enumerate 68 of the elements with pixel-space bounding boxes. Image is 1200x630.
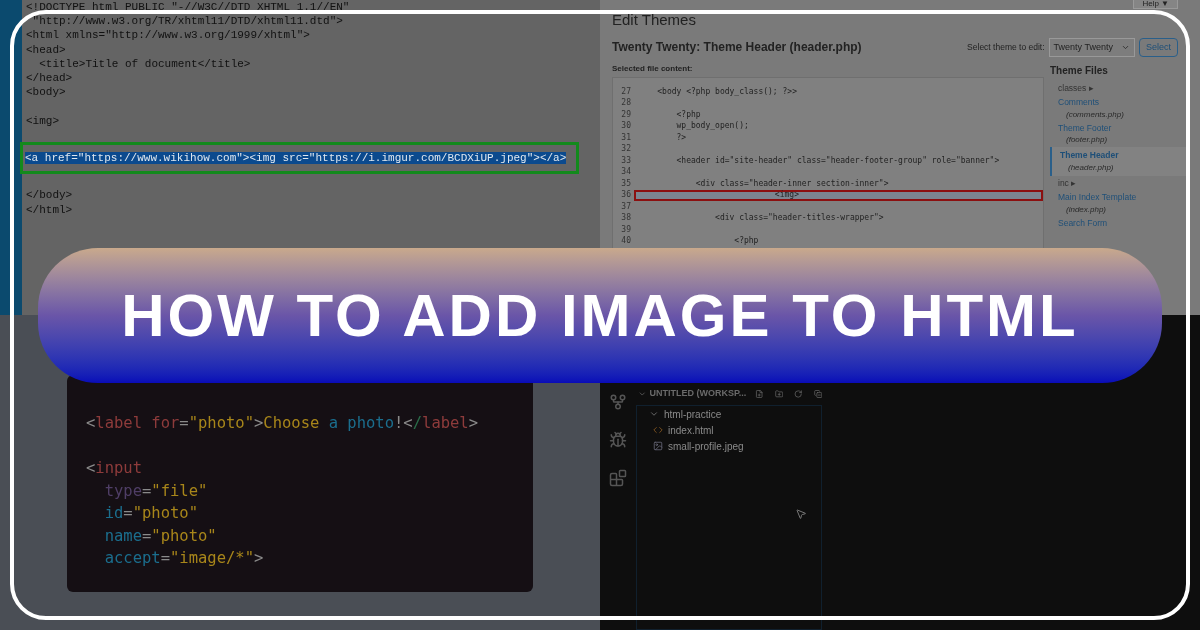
code-line: <?php: [733, 235, 759, 248]
code-line: <html xmlns="http://www.w3.org/1999/xhtml">: [26, 29, 310, 42]
file-item[interactable]: Search Form: [1050, 216, 1190, 230]
chevron-icon[interactable]: [649, 409, 659, 419]
select-button[interactable]: Select: [1139, 37, 1178, 57]
code-line: </body>: [26, 189, 73, 202]
line-number: 38: [620, 212, 632, 225]
line-number: 37: [620, 200, 632, 213]
code-line: ?>: [675, 131, 687, 144]
line-number: 27: [620, 85, 632, 98]
page-heading: Edit Themes: [612, 10, 696, 30]
select-label: Select theme to edit:: [967, 40, 1045, 54]
refresh-icon[interactable]: [794, 389, 803, 399]
source-control-icon[interactable]: [609, 393, 627, 411]
code-line: wp_body_open();: [675, 120, 749, 133]
extensions-icon[interactable]: [609, 469, 627, 487]
file-item[interactable]: Main Index Template (index.php): [1050, 190, 1190, 216]
line-number: 28: [620, 97, 632, 110]
file-item[interactable]: Theme Footer (footer.php): [1050, 121, 1190, 147]
help-button[interactable]: Help ▼: [1133, 0, 1178, 9]
line-number: 35: [620, 177, 632, 190]
file-item[interactable]: Comments (comments.php): [1050, 95, 1190, 121]
code-line: <?php: [675, 108, 701, 121]
code-line: "http://www.w3.org/TR/xhtml11/DTD/xhtml11.dtd">: [31, 15, 343, 28]
code-line: <input: [86, 458, 142, 479]
line-number: 39: [620, 223, 632, 236]
new-file-icon[interactable]: [755, 389, 764, 399]
line-number: 31: [620, 131, 632, 144]
theme-select[interactable]: Twenty Twenty: [1048, 37, 1135, 57]
code-line: <title>Title of document</title>: [38, 57, 251, 70]
code-line: <header id="site-header" class="header-footer-group" role="banner">: [675, 154, 1000, 167]
code-line: <div class="header-titles-wrapper">: [714, 212, 884, 225]
code-line: <head>: [26, 43, 66, 56]
line-number: 30: [620, 120, 632, 133]
line-number: 33: [620, 154, 632, 167]
code-icon: [653, 425, 663, 435]
explorer-header: UNTITLED (WORKSP...: [649, 387, 747, 401]
line-number: 36: [620, 189, 632, 202]
image-icon: [653, 441, 663, 451]
code-line: <label for="photo">Choose a photo!</label>: [86, 413, 479, 434]
content-label: Selected file content:: [612, 63, 693, 75]
code-line: <body>: [26, 86, 66, 99]
banner-title: HOW TO ADD IMAGE TO HTML: [121, 280, 1079, 351]
line-number: 29: [620, 108, 632, 121]
code-line: </html>: [26, 203, 73, 216]
code-line: accept="image/*">: [103, 548, 264, 569]
explorer-item[interactable]: index.html: [668, 422, 714, 438]
code-line: </head>: [26, 72, 73, 84]
line-number: 40: [620, 235, 632, 248]
code-line: type="file": [103, 480, 208, 502]
code-line: <body <?php body_class(); ?>>: [656, 85, 797, 98]
new-folder-icon[interactable]: [774, 389, 784, 399]
run-debug-icon[interactable]: [609, 431, 627, 449]
code-line: name="photo": [103, 525, 217, 547]
panel-heading: Theme Files: [1050, 64, 1109, 78]
code-line: id="photo": [103, 503, 198, 524]
line-number: 34: [620, 166, 632, 179]
collapse-icon[interactable]: [813, 389, 823, 399]
mouse-cursor-icon: [795, 508, 807, 520]
file-title: Twenty Twenty: Theme Header (header.php): [612, 39, 862, 57]
folder-item[interactable]: classes ▸: [1050, 82, 1190, 95]
line-number: 32: [620, 143, 632, 156]
code-line: <div class="header-inner section-inner">: [694, 177, 889, 190]
code-line: <!DOCTYPE html PUBLIC "-//W3C//DTD XHTML 1.1//EN": [26, 1, 350, 13]
code-line: <img>: [773, 189, 799, 202]
code-line: <img>: [26, 114, 59, 127]
explorer-item[interactable]: small-profile.jpeg: [668, 438, 744, 454]
explorer-item[interactable]: html-practice: [664, 406, 722, 422]
